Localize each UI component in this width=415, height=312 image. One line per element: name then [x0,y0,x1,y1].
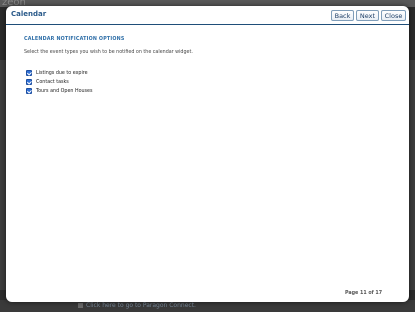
dialog-header: Calendar Back Next Close [6,6,409,25]
checkbox-checked-icon[interactable] [26,70,32,76]
dialog-title: Calendar [11,10,47,18]
section-title: CALENDAR NOTIFICATION OPTIONS [24,37,125,42]
back-button[interactable]: Back [331,10,354,21]
instructions-text: Select the event types you wish to be no… [24,50,193,55]
calendar-dialog: Calendar Back Next Close CALENDAR NOTIFI… [6,6,409,302]
next-button[interactable]: Next [356,10,379,21]
paragon-connect-link[interactable]: Click here to go to Paragon Connect. [86,302,196,309]
page-indicator: Page 11 of 17 [345,291,383,296]
option-label: Contact tasks [36,80,69,85]
checkbox-checked-icon[interactable] [26,88,32,94]
option-label: Listings due to expire [36,71,88,76]
close-button[interactable]: Close [381,10,406,21]
background-right-panel [409,60,415,290]
link-icon [78,303,83,308]
checkbox-checked-icon[interactable] [26,79,32,85]
option-label: Tours and Open Houses [36,89,93,94]
